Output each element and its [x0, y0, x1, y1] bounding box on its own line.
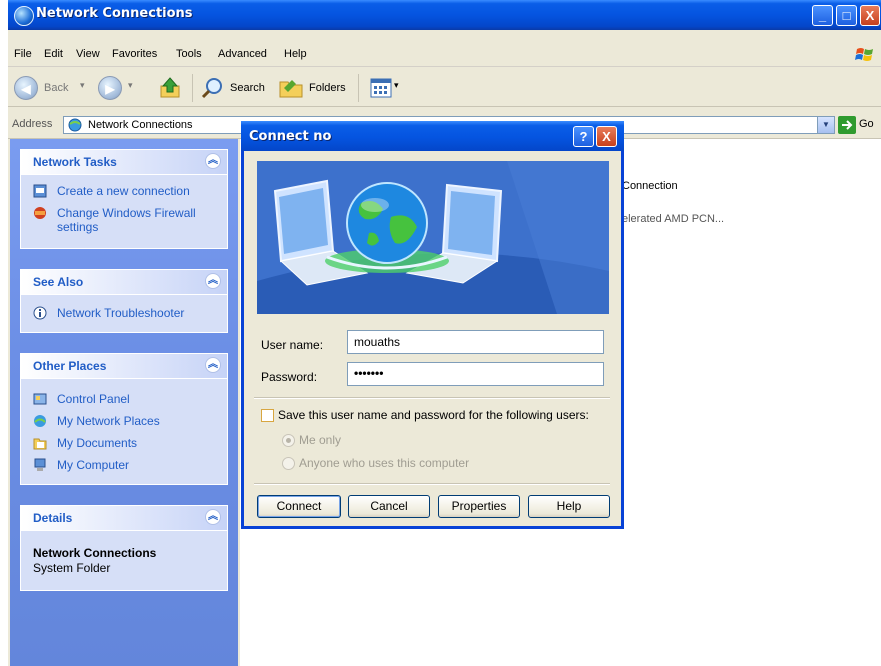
network-places-icon: [34, 415, 46, 427]
menu-edit[interactable]: Edit: [44, 48, 63, 60]
details-type: System Folder: [33, 561, 111, 575]
network-connections-icon: [14, 6, 34, 26]
views-dropdown-icon[interactable]: ▾: [394, 80, 399, 91]
network-tasks-box: Network Tasks ︽ Create a new connection …: [20, 149, 228, 249]
menu-help[interactable]: Help: [284, 48, 307, 60]
anyone-label[interactable]: Anyone who uses this computer: [299, 456, 469, 470]
close-button[interactable]: X: [860, 5, 880, 26]
address-value: Network Connections: [88, 119, 193, 131]
connect-button[interactable]: Connect: [257, 495, 341, 518]
connection-name[interactable]: Connection: [622, 180, 678, 192]
views-icon[interactable]: [370, 78, 392, 98]
details-name: Network Connections: [33, 546, 157, 560]
search-button-label[interactable]: Search: [230, 82, 265, 94]
menu-favorites[interactable]: Favorites: [112, 48, 157, 60]
new-connection-icon: [33, 184, 47, 198]
back-button-label[interactable]: Back: [44, 82, 68, 94]
radio-dot: [286, 438, 291, 443]
search-icon[interactable]: [200, 76, 224, 100]
dialog-title-bar[interactable]: Connect no ? X: [241, 121, 624, 151]
other-places-title: Other Places: [33, 359, 107, 373]
my-documents-icon: [33, 438, 47, 450]
folder-up-icon[interactable]: [158, 76, 182, 100]
control-panel-icon: [33, 393, 47, 405]
go-button-label[interactable]: Go: [859, 118, 874, 130]
windows-logo-icon: [855, 48, 873, 61]
toolbar-separator: [192, 74, 193, 102]
toolbar-separator: [358, 74, 359, 102]
connection-device: elerated AMD PCN...: [622, 213, 725, 225]
menu-file[interactable]: File: [14, 48, 32, 60]
see-also-header[interactable]: See Also ︽: [21, 270, 227, 295]
menu-tools[interactable]: Tools: [176, 48, 202, 60]
menu-bar: File Edit View Favorites Tools Advanced …: [8, 44, 881, 67]
details-title: Details: [33, 511, 73, 525]
me-only-label[interactable]: Me only: [299, 433, 341, 447]
see-also-title: See Also: [33, 275, 84, 289]
network-tasks-header[interactable]: Network Tasks ︽: [21, 150, 227, 175]
details-header[interactable]: Details ︽: [21, 506, 227, 531]
network-tasks-title: Network Tasks: [33, 155, 117, 169]
collapse-chevron-icon[interactable]: ︽: [205, 273, 221, 289]
other-places-header[interactable]: Other Places ︽: [21, 354, 227, 379]
forward-arrow-icon[interactable]: ▶: [98, 76, 122, 100]
back-arrow-icon[interactable]: ◀: [14, 76, 38, 100]
other-places-box: Other Places ︽ Control Panel My Network …: [20, 353, 228, 485]
dialog-title: Connect no: [249, 129, 332, 144]
folders-button-label[interactable]: Folders: [309, 82, 346, 94]
help-button[interactable]: Help: [528, 495, 610, 518]
password-label: Password:: [261, 370, 318, 384]
dialog-help-button[interactable]: ?: [573, 126, 594, 147]
properties-button[interactable]: Properties: [438, 495, 520, 518]
dialog-close-button[interactable]: X: [596, 126, 617, 147]
anyone-radio[interactable]: [282, 457, 295, 470]
title-bar[interactable]: Network Connections _ □ X: [8, 0, 881, 30]
dialog-divider: [254, 483, 610, 485]
my-computer-icon: [34, 458, 46, 471]
save-credentials-label[interactable]: Save this user name and password for the…: [278, 408, 589, 422]
menu-view[interactable]: View: [76, 48, 100, 60]
collapse-chevron-icon[interactable]: ︽: [205, 357, 221, 373]
task-pane: Network Tasks ︽ Create a new connection …: [10, 139, 238, 666]
cancel-button[interactable]: Cancel: [348, 495, 430, 518]
minimize-button[interactable]: _: [812, 5, 833, 26]
back-dropdown-icon[interactable]: ▾: [80, 80, 85, 91]
window-title: Network Connections: [36, 6, 193, 21]
dialog-divider: [254, 397, 610, 399]
username-input[interactable]: mouaths: [347, 330, 604, 354]
address-dropdown-icon[interactable]: ▼: [817, 117, 834, 133]
me-only-radio[interactable]: [282, 434, 295, 447]
folders-icon[interactable]: [278, 76, 304, 100]
firewall-icon: [34, 207, 46, 219]
save-credentials-checkbox[interactable]: [261, 409, 274, 422]
collapse-chevron-icon[interactable]: ︽: [205, 153, 221, 169]
go-arrow-icon[interactable]: [838, 116, 856, 134]
network-icon: [68, 118, 82, 132]
password-input[interactable]: •••••••: [347, 362, 604, 386]
toolbar: ◀ Back ▾ ▶ ▾ Search Folders ▾: [8, 70, 881, 107]
menu-advanced[interactable]: Advanced: [218, 48, 267, 60]
maximize-button[interactable]: □: [836, 5, 857, 26]
details-box: Details ︽ Network Connections System Fol…: [20, 505, 228, 591]
info-icon: [33, 306, 47, 320]
address-label: Address: [12, 118, 53, 130]
network-banner-image: [257, 161, 609, 314]
see-also-box: See Also ︽ Network Troubleshooter: [20, 269, 228, 333]
connect-dialog: Connect no ? X User name: mouaths Passwo…: [241, 121, 624, 529]
forward-dropdown-icon[interactable]: ▾: [128, 80, 133, 91]
username-label: User name:: [261, 338, 324, 352]
collapse-chevron-icon[interactable]: ︽: [205, 509, 221, 525]
